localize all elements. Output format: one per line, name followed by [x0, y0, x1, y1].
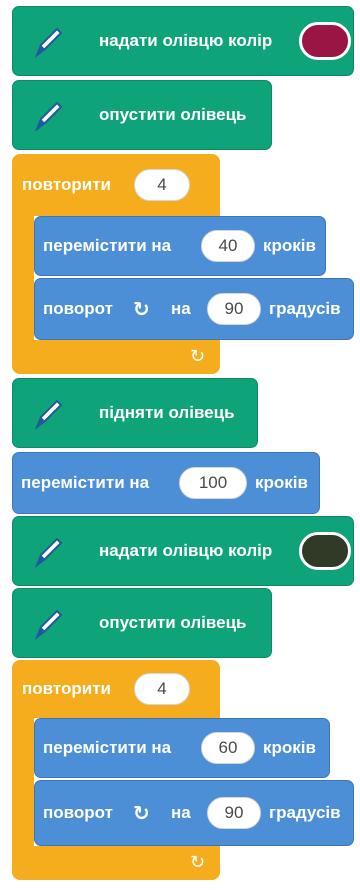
repeat-count-input[interactable]: 4 [134, 169, 190, 201]
pen-down-block[interactable]: опустити олівець [12, 588, 272, 658]
repeat-block[interactable]: повторити 4 [12, 154, 220, 216]
move-steps-input[interactable]: 60 [201, 732, 255, 764]
turn-right-icon: ↻ [133, 802, 150, 825]
set-pen-color-label: надати олівцю колір [99, 31, 273, 50]
repeat-block[interactable]: повторити 4 [12, 660, 220, 718]
turn-right-icon: ↻ [133, 298, 150, 321]
loop-arrow-icon: ↻ [190, 346, 206, 366]
repeat-label: повторити [22, 679, 111, 698]
move-steps-input[interactable]: 100 [179, 467, 247, 499]
turn-on-label: на [171, 803, 191, 822]
move-label: перемістити на [43, 738, 172, 757]
move-steps-block[interactable]: перемістити на 40 кроків [34, 216, 326, 276]
pen-color-swatch[interactable] [299, 532, 351, 570]
repeat-block-side [12, 717, 34, 847]
turn-unit-label: градусів [269, 803, 341, 822]
move-steps-block[interactable]: перемістити на 100 кроків [12, 452, 320, 514]
repeat-block-side [12, 215, 34, 341]
move-label: перемістити на [21, 473, 150, 492]
turn-right-block[interactable]: поворот ↻ на 90 градусів [34, 278, 354, 340]
turn-label: поворот [43, 803, 113, 822]
pen-down-label: опустити олівець [99, 613, 247, 632]
repeat-block-end: ↻ [12, 340, 220, 374]
turn-degrees-input[interactable]: 90 [207, 293, 261, 325]
repeat-count-input[interactable]: 4 [134, 673, 190, 705]
repeat-block-end: ↻ [12, 846, 220, 880]
move-unit-label: кроків [255, 473, 308, 492]
turn-on-label: на [171, 299, 191, 318]
set-pen-color-label: надати олівцю колір [99, 541, 273, 560]
move-label: перемістити на [43, 236, 172, 255]
pen-down-block[interactable]: опустити олівець [12, 80, 272, 150]
repeat-label: повторити [22, 175, 111, 194]
pen-up-label: підняти олівець [99, 403, 235, 422]
pen-up-block[interactable]: підняти олівець [12, 378, 258, 448]
turn-degrees-input[interactable]: 90 [207, 797, 261, 829]
move-steps-input[interactable]: 40 [201, 230, 255, 262]
move-unit-label: кроків [263, 738, 316, 757]
pen-down-label: опустити олівець [99, 105, 247, 124]
loop-arrow-icon: ↻ [190, 852, 206, 872]
pen-icon [13, 379, 85, 447]
turn-unit-label: градусів [269, 299, 341, 318]
pen-color-swatch[interactable] [299, 22, 351, 60]
turn-right-block[interactable]: поворот ↻ на 90 градусів [34, 780, 354, 846]
turn-label: поворот [43, 299, 113, 318]
pen-icon [13, 517, 85, 585]
pen-icon [13, 81, 85, 149]
pen-icon [13, 589, 85, 657]
move-steps-block[interactable]: перемістити на 60 кроків [34, 718, 330, 778]
set-pen-color-block[interactable]: надати олівцю колір [12, 516, 354, 586]
pen-icon [13, 7, 85, 75]
set-pen-color-block[interactable]: надати олівцю колір [12, 6, 354, 76]
move-unit-label: кроків [263, 236, 316, 255]
